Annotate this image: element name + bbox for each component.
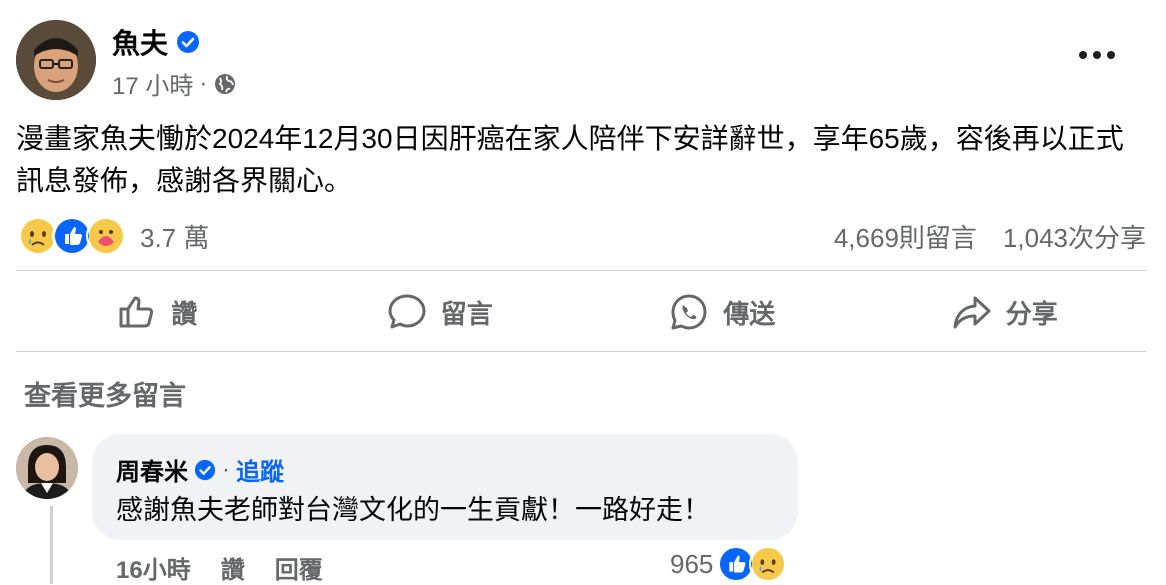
post-time[interactable]: 17 小時 [112, 66, 193, 101]
verified-badge-icon [177, 31, 200, 53]
view-more-comments-link[interactable]: 查看更多留言 [24, 374, 186, 413]
verified-badge-icon [194, 459, 216, 480]
sad-icon [749, 545, 788, 583]
divider [16, 270, 1146, 271]
follow-button[interactable]: 追蹤 [236, 452, 284, 487]
post-text: 漫畫家魚夫慟於2024年12月30日因肝癌在家人陪伴下安詳辭世，享年65歲，容後… [16, 123, 1124, 196]
comment-reactions[interactable]: 965 [670, 545, 788, 583]
send-label: 傳送 [723, 298, 776, 329]
reactions-count[interactable]: 3.7 萬 [140, 218, 209, 255]
comment-reply-button[interactable]: 回覆 [275, 550, 323, 585]
shares-count[interactable]: 1,043次分享 [1003, 218, 1146, 255]
post-stats: 4,669則留言 1,043次分享 [834, 218, 1146, 255]
share-button[interactable]: 分享 [864, 272, 1147, 352]
commenter-avatar[interactable] [16, 437, 78, 499]
comment-reactions-count: 965 [670, 548, 714, 579]
comment-like-button[interactable]: 讚 [221, 550, 245, 585]
divider [16, 351, 1146, 352]
comment-icon [388, 294, 426, 329]
share-label: 分享 [1005, 298, 1058, 329]
comment-author-name[interactable]: 周春米 [116, 452, 188, 487]
send-button[interactable]: 傳送 [581, 272, 864, 352]
thumbs-up-icon [119, 296, 154, 328]
more-options-icon[interactable] [1076, 46, 1118, 64]
comment-author: 周春米 · 追蹤 [116, 452, 284, 487]
comment-author-separator: · [222, 455, 230, 483]
globe-icon [215, 73, 236, 94]
post-author[interactable]: 魚夫 [112, 22, 200, 62]
care-icon [86, 216, 126, 256]
post-reactions[interactable]: 3.7 萬 [18, 216, 209, 256]
like-label: 讚 [171, 298, 198, 329]
post-author-name[interactable]: 魚夫 [112, 22, 168, 62]
comment-text: 感謝魚夫老師對台灣文化的一生貢獻！一路好走！ [116, 495, 710, 525]
whatsapp-icon [671, 294, 707, 330]
post-meta: 17 小時 · [112, 66, 237, 101]
post-author-avatar[interactable] [16, 20, 96, 100]
comments-count[interactable]: 4,669則留言 [834, 218, 977, 255]
meta-separator: · [199, 69, 208, 97]
like-button[interactable]: 讚 [16, 272, 299, 352]
comment-time[interactable]: 16小時 [116, 550, 191, 585]
comment-label: 留言 [440, 298, 493, 329]
comment-button[interactable]: 留言 [299, 272, 582, 352]
comment-footer: 16小時 讚 回覆 [116, 550, 323, 585]
post-action-bar: 讚 留言 傳送 分享 [16, 272, 1146, 352]
comment-thread-line [50, 506, 53, 584]
share-icon [953, 296, 991, 329]
